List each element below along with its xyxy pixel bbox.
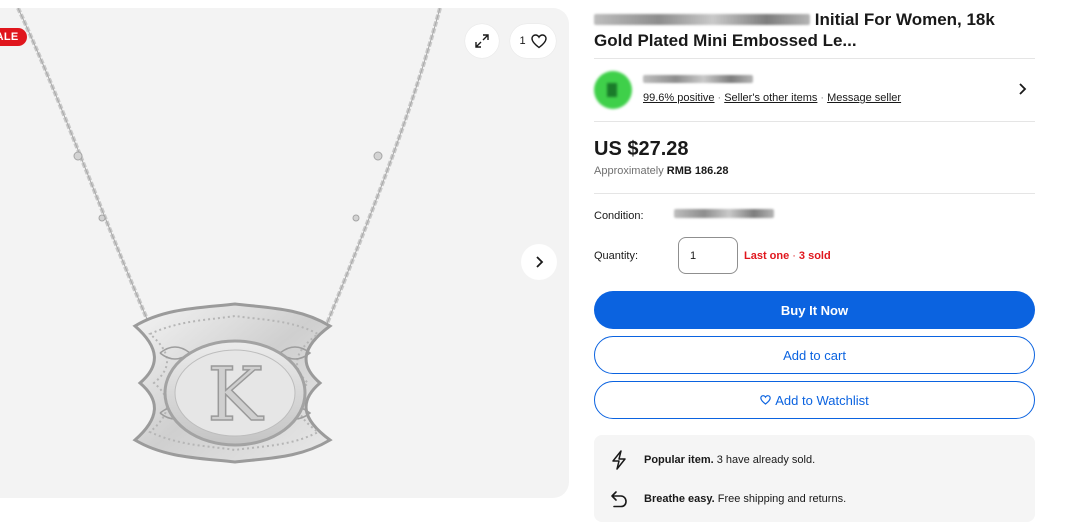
chevron-right-icon: [536, 256, 544, 268]
buy-it-now-button[interactable]: Buy It Now: [594, 291, 1035, 329]
promo-returns: Breathe easy. Free shipping and returns.: [608, 488, 846, 510]
quantity-input[interactable]: 1: [678, 237, 738, 274]
divider: [594, 193, 1035, 194]
expand-icon: [475, 34, 489, 48]
next-image-button[interactable]: [521, 244, 557, 280]
heart-icon: [760, 395, 772, 405]
seller-name-redacted: [643, 75, 753, 83]
watch-count: 1: [519, 35, 526, 47]
seller-card[interactable]: 99.6% positive · Seller's other items · Mess…: [594, 69, 1035, 113]
lightning-icon: [608, 449, 630, 471]
add-to-watchlist-button[interactable]: Add to Watchlist: [594, 381, 1035, 419]
feedback-link[interactable]: 99.6% positive: [643, 92, 715, 104]
condition-value-redacted: [674, 209, 774, 218]
stock-status: Last one · 3 sold: [744, 250, 831, 262]
promo-box: Popular item. 3 have already sold. Breath…: [594, 435, 1035, 522]
add-to-watchlist-label: Add to Watchlist: [775, 392, 869, 408]
chevron-right-icon[interactable]: [1017, 82, 1027, 96]
watch-button[interactable]: 1: [510, 24, 556, 58]
seller-avatar: [594, 71, 632, 109]
pendant-letter: K: [207, 352, 264, 438]
add-to-cart-button[interactable]: Add to cart: [594, 336, 1035, 374]
heart-icon: [530, 33, 547, 48]
quantity-label: Quantity:: [594, 250, 639, 262]
message-seller-link[interactable]: Message seller: [827, 92, 901, 104]
listing-title: Initial For Women, 18k Gold Plated Mini …: [594, 10, 995, 50]
promo-popular: Popular item. 3 have already sold.: [608, 449, 815, 471]
divider: [594, 58, 1035, 59]
price: US $27.28: [594, 138, 689, 160]
product-image: K: [16, 8, 442, 464]
image-gallery[interactable]: K SALE 1: [0, 8, 569, 498]
sale-badge: SALE: [0, 28, 27, 46]
return-arrow-icon: [608, 488, 630, 510]
approx-price: Approximately RMB 186.28: [594, 165, 729, 177]
title-redacted: [594, 13, 810, 25]
other-items-link[interactable]: Seller's other items: [724, 92, 817, 104]
condition-label: Condition:: [594, 210, 644, 222]
expand-button[interactable]: [465, 24, 499, 58]
divider: [594, 121, 1035, 122]
seller-links: 99.6% positive · Seller's other items · Mess…: [643, 92, 902, 104]
